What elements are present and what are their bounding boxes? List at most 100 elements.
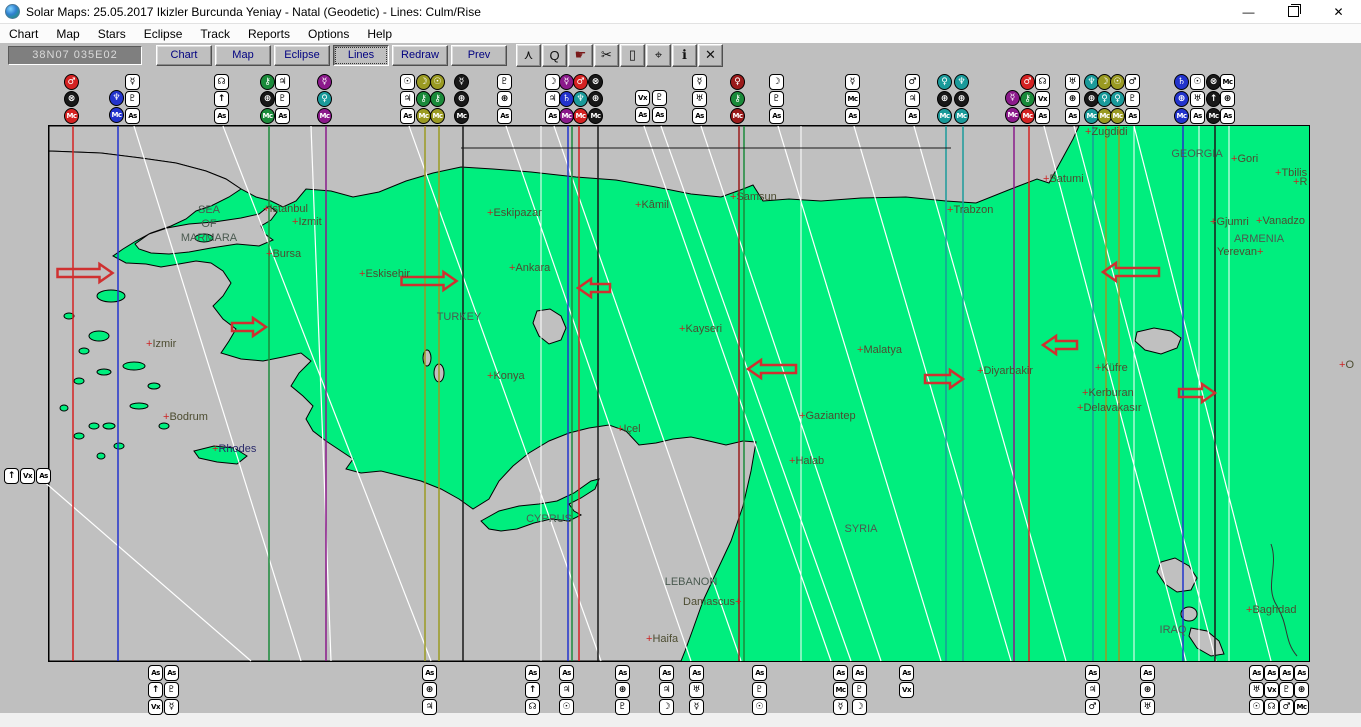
planet-glyph-☿: ☿ [317, 74, 332, 90]
planet-glyph-As: As [1190, 108, 1205, 124]
restore-button[interactable] [1271, 0, 1316, 23]
pan-hand-icon[interactable]: ☛ [568, 43, 593, 67]
line-marker-top: ☿ ♀ Mc [317, 74, 332, 124]
planet-glyph-☽: ☽ [545, 74, 560, 90]
menu-item-map[interactable]: Map [47, 26, 88, 42]
menu-item-stars[interactable]: Stars [89, 26, 135, 42]
planet-glyph-☉: ☉ [559, 699, 574, 715]
planet-glyph-Vx: Vx [1264, 682, 1279, 698]
line-marker-top: ♂ ♆ Mc [573, 74, 588, 124]
planet-glyph-↑: ↑ [214, 91, 229, 107]
region-label: SEA [198, 204, 221, 216]
planet-glyph-⊕: ⊕ [1140, 682, 1155, 698]
planet-glyph-As: As [36, 468, 51, 484]
redraw-button[interactable]: Redraw [392, 44, 448, 66]
line-marker-top: ☽ ♇ As [769, 74, 784, 124]
restore-icon [1288, 4, 1301, 17]
planet-glyph-⊕: ⊕ [588, 91, 603, 107]
planet-glyph-☽: ☽ [416, 74, 431, 90]
line-marker-top: Mc ⊕ As [1220, 74, 1235, 124]
planet-glyph-♀: ♀ [1110, 91, 1125, 107]
city-label: +Istanbul [263, 203, 308, 215]
prev-button[interactable]: Prev [451, 44, 507, 66]
city-label: Damascus+ [683, 596, 741, 608]
planet-glyph-As: As [559, 665, 574, 681]
line-marker-top: ♇ ⊕ As [497, 74, 512, 124]
planet-glyph-Vx: Vx [899, 682, 914, 698]
paran-lines-icon[interactable]: ✕ [698, 43, 723, 67]
app-icon [5, 4, 20, 19]
planet-glyph-↑: ↑ [148, 682, 163, 698]
planet-glyph-⊕: ⊕ [1294, 682, 1309, 698]
region-label: CYPRUS [526, 513, 572, 525]
menu-item-track[interactable]: Track [191, 26, 239, 42]
minimize-button[interactable]: — [1226, 0, 1271, 23]
planet-glyph-As: As [214, 108, 229, 124]
map-canvas[interactable]: SEA OF MARMARA TURKEY GEORGIA ARMENIA SYRIA LEB… [40, 125, 1354, 662]
planet-glyph-⚷: ⚷ [416, 91, 431, 107]
city-label: +Bursa [266, 248, 302, 260]
planet-glyph-☊: ☊ [525, 699, 540, 715]
planet-glyph-As: As [1140, 665, 1155, 681]
region-label: SYRIA [844, 523, 878, 535]
planet-glyph-As: As [689, 665, 704, 681]
planet-glyph-As: As [545, 108, 560, 124]
planet-glyph-As: As [125, 108, 140, 124]
line-marker-top: ☊ ↑ As [214, 74, 229, 124]
planet-glyph-⊕: ⊕ [954, 91, 969, 107]
planet-glyph-☿: ☿ [689, 699, 704, 715]
line-marker-bottom: As ♇ ☽ [852, 665, 867, 715]
line-marker-top: ☊ Vx As [1035, 74, 1050, 124]
menu-item-help[interactable]: Help [358, 26, 401, 42]
menu-item-eclipse[interactable]: Eclipse [135, 26, 192, 42]
planet-glyph-♇: ♇ [769, 91, 784, 107]
paint-roller-icon[interactable]: ▯ [620, 43, 645, 67]
planet-glyph-☿: ☿ [833, 699, 848, 715]
planet-glyph-Mc: Mc [64, 108, 79, 124]
city-label: +R [1293, 176, 1307, 188]
line-marker-bottom: As ⊕ Mc [1294, 665, 1309, 715]
island [113, 442, 125, 450]
planet-glyph-As: As [1065, 108, 1080, 124]
region-label: GEORGIA [1171, 148, 1223, 160]
line-marker-top: ♅ ⊕ As [1065, 74, 1080, 124]
planet-glyph-Mc: Mc [833, 682, 848, 698]
eclipse-button[interactable]: Eclipse [274, 44, 330, 66]
planet-glyph-Vx: Vx [1035, 91, 1050, 107]
lines-button[interactable]: Lines [333, 44, 389, 66]
window-title: Solar Maps: 25.05.2017 Ikizler Burcunda … [26, 4, 481, 19]
city-label: Yerevan+ [1217, 246, 1263, 258]
planet-glyph-Mc: Mc [1020, 108, 1035, 124]
line-marker-top: ♇ As [652, 90, 667, 123]
relocate-chart-icon[interactable]: ⌖ [646, 43, 671, 67]
planet-glyph-☿: ☿ [559, 74, 574, 90]
menu-bar: Chart Map Stars Eclipse Track Reports Options H… [0, 24, 1361, 43]
planet-glyph-☿: ☿ [845, 74, 860, 90]
city-label: +Vanadzo [1256, 215, 1305, 227]
close-button[interactable]: ✕ [1316, 0, 1361, 23]
zoom-tool-icon[interactable]: Q [542, 43, 567, 67]
planet-glyph-♆: ♆ [954, 74, 969, 90]
line-marker-top: ☿ ⊕ Mc [454, 74, 469, 124]
planet-glyph-☽: ☽ [659, 699, 674, 715]
cut-lines-icon[interactable]: ✂ [594, 43, 619, 67]
planet-glyph-⊕: ⊕ [454, 91, 469, 107]
planet-glyph-⊕: ⊕ [260, 91, 275, 107]
planet-glyph-Mc: Mc [1294, 699, 1309, 715]
city-label: +Delavakasır [1077, 402, 1142, 414]
info-report-icon[interactable]: ℹ [672, 43, 697, 67]
chart-button[interactable]: Chart [156, 44, 212, 66]
city-label: +Diyarbakir [977, 365, 1033, 377]
planet-glyph-⊕: ⊕ [497, 91, 512, 107]
planet-glyph-♆: ♆ [573, 91, 588, 107]
map-button[interactable]: Map [215, 44, 271, 66]
menu-item-options[interactable]: Options [299, 26, 358, 42]
planet-glyph-♇: ♇ [852, 682, 867, 698]
menu-item-reports[interactable]: Reports [239, 26, 299, 42]
planet-glyph-As: As [1249, 665, 1264, 681]
line-marker-bottom: As Mc ☿ [833, 665, 848, 715]
pointer-tool-icon[interactable]: ⋏ [516, 43, 541, 67]
planet-glyph-☊: ☊ [1264, 699, 1279, 715]
menu-item-chart[interactable]: Chart [0, 26, 47, 42]
planet-glyph-Mc: Mc [1220, 74, 1235, 90]
